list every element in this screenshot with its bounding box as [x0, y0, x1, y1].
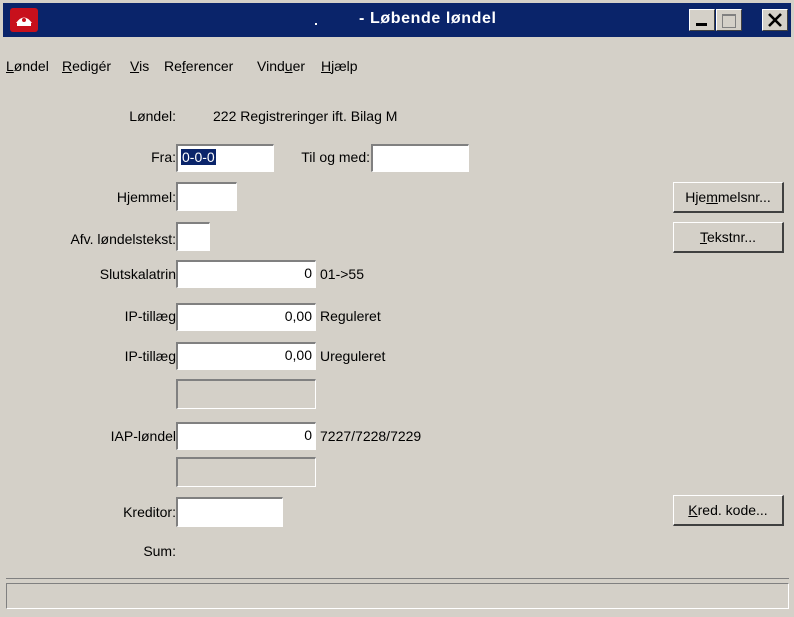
- menu-rediger[interactable]: Redigér: [62, 56, 111, 76]
- maximize-icon: [722, 14, 736, 28]
- kreditor-label: Kreditor:: [123, 504, 176, 520]
- iap-loendel-hint: 7227/7228/7229: [320, 428, 422, 444]
- ip-tillaeg-reguleret-field[interactable]: 0,00: [176, 303, 316, 331]
- menu-vis[interactable]: Vis: [130, 56, 149, 76]
- status-separator: [6, 578, 789, 579]
- loendel-value: 222 Registreringer ift. Bilag M: [213, 108, 398, 124]
- title-dot: [315, 23, 317, 25]
- ip-tillaeg-label-1: IP-tillæg: [124, 308, 176, 324]
- fra-label: Fra:: [151, 149, 176, 165]
- ip-tillaeg-ureguleret-hint: Ureguleret: [320, 348, 386, 364]
- hjemmel-field[interactable]: [176, 182, 237, 211]
- status-bar: [6, 583, 789, 609]
- kred-kode-button[interactable]: Kred. kode...: [673, 495, 784, 526]
- loendel-label: Løndel:: [129, 108, 176, 124]
- ip-tillaeg-ureguleret-field[interactable]: 0,00: [176, 342, 316, 370]
- sum-label: Sum:: [143, 543, 176, 559]
- app-icon[interactable]: [10, 8, 38, 32]
- iap-loendel-field[interactable]: 0: [176, 422, 316, 450]
- til-og-med-field[interactable]: [371, 144, 469, 172]
- tekstnr-button[interactable]: Tekstnr...: [673, 222, 784, 253]
- slutskalatrin-field[interactable]: 0: [176, 260, 316, 288]
- window-title: - Løbende løndel: [359, 10, 497, 27]
- hjemmel-label: Hjemmel:: [116, 189, 176, 205]
- maximize-button[interactable]: [716, 9, 742, 31]
- close-button[interactable]: [762, 9, 788, 31]
- menu-vinduer[interactable]: Vinduer: [257, 56, 305, 76]
- til-og-med-label: Til og med:: [301, 149, 370, 165]
- ip-tillaeg-reguleret-hint: Reguleret: [320, 308, 381, 324]
- menu-referencer[interactable]: Referencer: [164, 56, 233, 76]
- slutskalatrin-hint: 01->55: [320, 266, 364, 282]
- slutskalatrin-label: Slutskalatrin: [99, 266, 176, 282]
- close-icon: [768, 13, 782, 27]
- minimize-button[interactable]: [689, 9, 715, 31]
- disabled-field-2: [176, 457, 316, 487]
- menu-hjaelp[interactable]: Hjælp: [321, 56, 358, 76]
- fra-value: 0-0-0: [181, 149, 216, 165]
- fra-field[interactable]: 0-0-0: [176, 144, 274, 172]
- disabled-field-1: [176, 379, 316, 409]
- afv-loendelstekst-field[interactable]: [176, 222, 210, 251]
- menu-loendel[interactable]: Løndel: [6, 56, 49, 76]
- afv-loendelstekst-label: Afv. løndelstekst:: [70, 231, 176, 247]
- title-bar[interactable]: - Løbende løndel: [3, 3, 791, 37]
- kreditor-field[interactable]: [176, 497, 283, 527]
- hjemmelsnr-button[interactable]: Hjemmelsnr...: [673, 182, 784, 213]
- ip-tillaeg-label-2: IP-tillæg: [124, 348, 176, 364]
- iap-loendel-label: IAP-løndel: [110, 428, 176, 444]
- minimize-icon: [696, 23, 707, 26]
- app-window: - Løbende løndel Løndel Redigér Vis Refe…: [0, 0, 794, 617]
